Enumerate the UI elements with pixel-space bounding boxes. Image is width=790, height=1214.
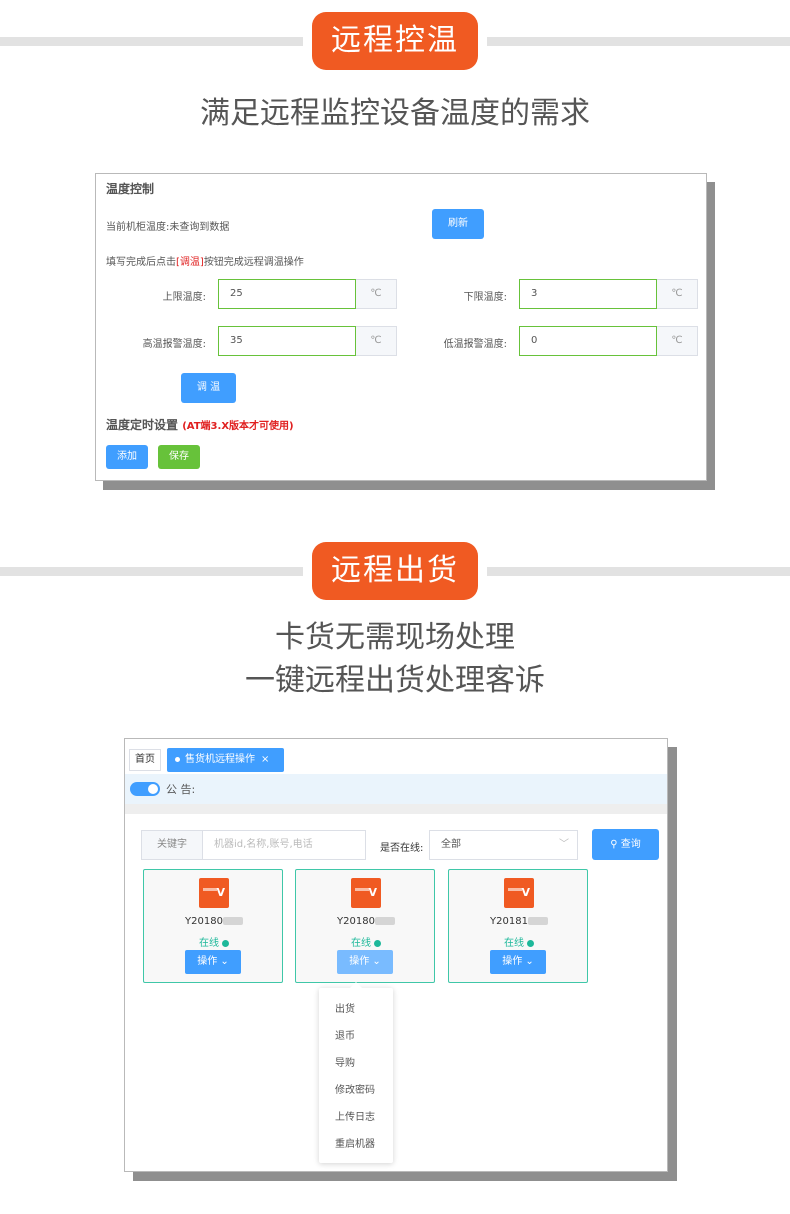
temperature-control-panel: 温度控制 当前机柜温度:未查询到数据 刷新 填写完成后点击[调温]按钮完成远程调… [95, 173, 707, 481]
chevron-down-icon: ⌄ [525, 956, 534, 967]
tab-label: 售货机远程操作 [185, 754, 255, 765]
machine-id: Y20180 [296, 916, 436, 927]
divider-left [0, 567, 303, 576]
machine-card: V Y20181 在线 操作 ⌄ [448, 869, 588, 983]
toggle-knob [148, 784, 158, 794]
operation-button[interactable]: 操作 ⌄ [337, 950, 393, 974]
brand-logo: V [351, 878, 381, 908]
menu-item-refund[interactable]: 退币 [319, 1027, 393, 1042]
operation-button[interactable]: 操作 ⌄ [185, 950, 241, 974]
section1-badge: 远程控温 [312, 12, 478, 70]
add-button[interactable]: 添加 [106, 445, 148, 469]
online-status: 在线 [449, 934, 589, 949]
online-filter-label: 是否在线: [380, 843, 424, 854]
section2-subtitle-line2: 一键远程出货处理客诉 [245, 663, 545, 698]
close-icon[interactable]: × [261, 754, 269, 765]
notice-bar: 公 告: [125, 774, 667, 804]
section2-subtitle-line1: 卡货无需现场处理 [275, 620, 515, 655]
section2-badge: 远程出货 [312, 542, 478, 600]
low-alarm-label: 低温报警温度: [443, 339, 507, 350]
upper-limit-unit: ℃ [356, 279, 397, 309]
keyword-label: 关键字 [141, 830, 203, 860]
online-status: 在线 [296, 934, 436, 949]
remote-dispense-panel: 首页 售货机远程操作 × 公 告: 关键字 机器id,名称,账号,电话 是否在线:… [124, 738, 668, 1172]
machine-card: V Y20180 在线 操作 ⌄ [295, 869, 435, 983]
menu-item-upload-log[interactable]: 上传日志 [319, 1108, 393, 1123]
high-alarm-input[interactable]: 35 [218, 326, 356, 356]
keyword-input[interactable]: 机器id,名称,账号,电话 [203, 830, 366, 860]
machine-card: V Y20180 在线 操作 ⌄ [143, 869, 283, 983]
redacted-id [222, 917, 243, 925]
menu-item-change-password[interactable]: 修改密码 [319, 1081, 393, 1096]
section1-subtitle: 满足远程监控设备温度的需求 [200, 96, 590, 131]
adjust-hint: 填写完成后点击[调温]按钮完成远程调温操作 [106, 253, 304, 268]
chevron-down-icon: ⌄ [220, 956, 229, 967]
operation-dropdown-menu: 出货 退币 导购 修改密码 上传日志 重启机器 [319, 982, 393, 1163]
brand-logo: V [199, 878, 229, 908]
low-alarm-unit: ℃ [657, 326, 698, 356]
status-dot-icon [374, 939, 381, 947]
brand-logo: V [504, 878, 534, 908]
menu-item-restart-machine[interactable]: 重启机器 [319, 1135, 393, 1150]
chevron-down-icon: ﹀ [559, 839, 569, 850]
adjust-temperature-button[interactable]: 调 温 [181, 373, 236, 403]
menu-item-dispense[interactable]: 出货 [319, 1000, 393, 1015]
current-temperature-text: 当前机柜温度:未查询到数据 [106, 222, 230, 233]
high-alarm-unit: ℃ [356, 326, 397, 356]
search-button[interactable]: ⚲ 查询 [592, 829, 659, 860]
section2-header: 远程出货 [0, 530, 790, 600]
lower-limit-input[interactable]: 3 [519, 279, 657, 309]
hint-suffix: 按钮完成远程调温操作 [203, 257, 304, 268]
redacted-id [527, 917, 548, 925]
select-value: 全部 [441, 839, 461, 850]
online-status: 在线 [144, 934, 284, 949]
upper-limit-input[interactable]: 25 [218, 279, 356, 309]
divider-right [487, 567, 790, 576]
low-alarm-input[interactable]: 0 [519, 326, 657, 356]
operation-button[interactable]: 操作 ⌄ [490, 950, 546, 974]
separator [125, 804, 667, 814]
save-button[interactable]: 保存 [158, 445, 200, 469]
search-icon: ⚲ [610, 839, 618, 850]
hint-link: [调温] [176, 257, 204, 268]
search-label: 查询 [620, 839, 641, 850]
status-dot-icon [222, 939, 229, 947]
chevron-down-icon: ⌄ [372, 956, 381, 967]
status-dot-icon [527, 939, 534, 947]
machine-id: Y20181 [449, 916, 589, 927]
redacted-id [374, 917, 395, 925]
timer-title-text: 温度定时设置 [106, 418, 179, 432]
machine-id: Y20180 [144, 916, 284, 927]
tab-dot-icon [175, 756, 180, 762]
timer-version-note: (AT端3.X版本才可使用) [182, 421, 294, 432]
notice-label: 公 告: [166, 783, 196, 796]
hint-prefix: 填写完成后点击 [106, 257, 176, 268]
divider-left [0, 37, 303, 46]
divider-right [487, 37, 790, 46]
lower-limit-unit: ℃ [657, 279, 698, 309]
panel-title: 温度控制 [106, 182, 155, 196]
tab-remote-operation[interactable]: 售货机远程操作 × [167, 748, 284, 772]
timer-settings-title: 温度定时设置 (AT端3.X版本才可使用) [106, 416, 294, 433]
dropdown-caret [350, 982, 362, 988]
tab-home[interactable]: 首页 [129, 749, 161, 771]
upper-limit-label: 上限温度: [162, 292, 206, 303]
notice-toggle[interactable] [130, 782, 160, 796]
refresh-button[interactable]: 刷新 [432, 209, 484, 239]
menu-item-guide[interactable]: 导购 [319, 1054, 393, 1069]
online-filter-select[interactable]: 全部 ﹀ [429, 830, 578, 860]
lower-limit-label: 下限温度: [463, 292, 507, 303]
section1-header: 远程控温 [0, 0, 790, 70]
high-alarm-label: 高温报警温度: [142, 339, 206, 350]
